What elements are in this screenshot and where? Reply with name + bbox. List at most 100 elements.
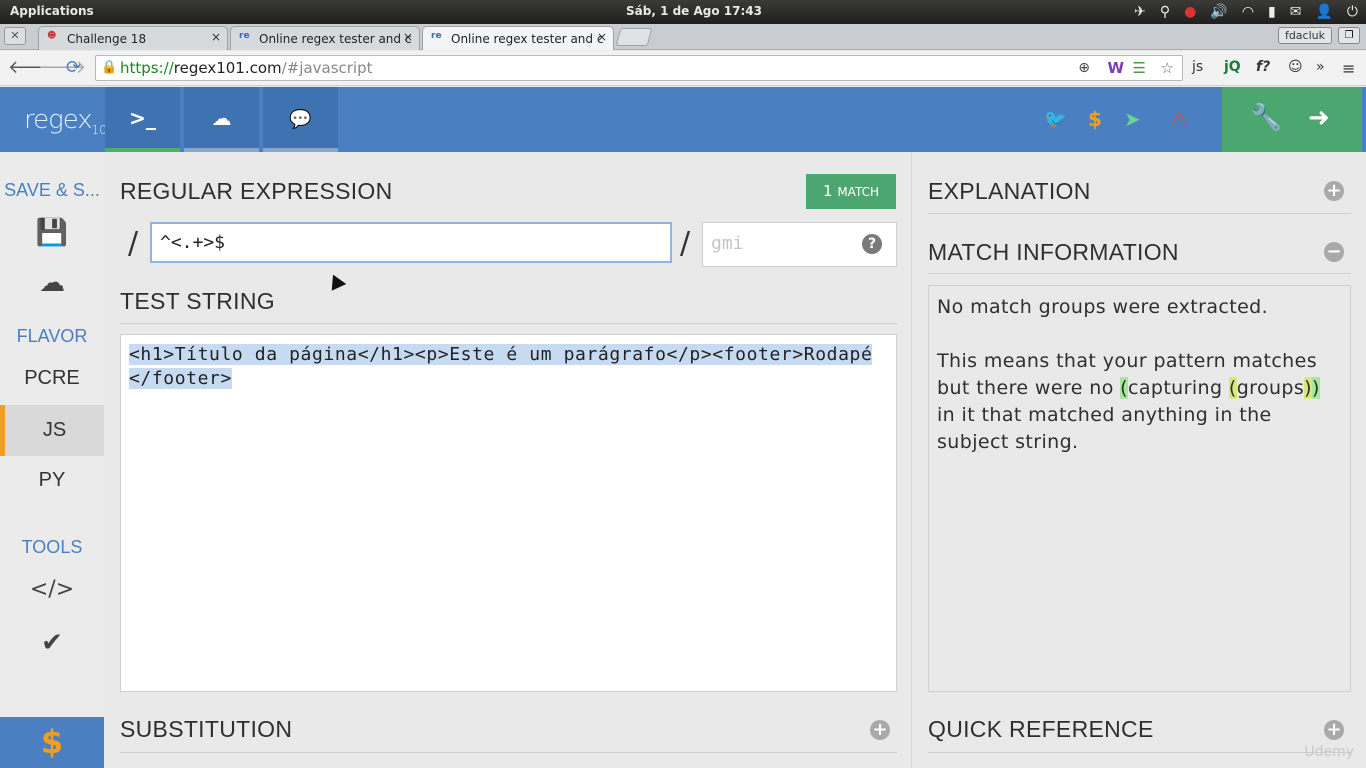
window-restore-icon[interactable]: ❐ [1338, 27, 1360, 44]
test-string-title: TEST STRING [120, 288, 275, 314]
window-close-icon[interactable]: ✕ [4, 27, 26, 45]
matched-text: <h1>Título da página</h1><p>Este é um pa… [129, 344, 873, 389]
menu-icon[interactable]: ≡ [1342, 59, 1355, 78]
tray-app-icon[interactable]: ✈ [1134, 2, 1146, 22]
match-count-badge: 1 MATCH [806, 174, 896, 209]
divider [928, 752, 1351, 753]
applications-menu[interactable]: Applications [10, 4, 94, 18]
match-count: 1 [823, 182, 833, 200]
match-info-paragraph: This means that your pattern matches but… [937, 348, 1342, 456]
info-column: EXPLANATION + MATCH INFORMATION − No mat… [911, 152, 1366, 768]
expand-quick-reference-icon[interactable]: + [1324, 720, 1344, 740]
tab-close-icon[interactable]: × [403, 30, 413, 44]
regex101-logo[interactable]: regex101 [24, 105, 115, 137]
extension-jq-icon[interactable]: jQ [1224, 59, 1241, 75]
bookmark-star-icon[interactable]: ☆ [1161, 56, 1174, 80]
divider [928, 213, 1351, 214]
tab-editor[interactable]: >_ [105, 87, 180, 152]
extension-list-icon[interactable]: ☰ [1133, 56, 1146, 80]
mail-icon[interactable]: ✉ [1290, 2, 1302, 22]
chat-icon: 💬 [289, 109, 312, 130]
match-word: MATCH [837, 185, 879, 199]
donate-button[interactable]: $ [0, 717, 104, 768]
match-info-panel: No match groups were extracted. This mea… [928, 285, 1351, 692]
match-info-title: MATCH INFORMATION [928, 239, 1179, 265]
paren-highlight: ) [1304, 377, 1312, 399]
send-icon[interactable]: ➤ [1124, 107, 1141, 131]
checkmark-icon[interactable]: ✔ [0, 628, 104, 658]
extension-w-icon[interactable]: W [1107, 56, 1124, 80]
quick-reference-title: QUICK REFERENCE [928, 716, 1154, 742]
tab-regex-tester-1[interactable]: re Online regex tester and c × [230, 26, 420, 50]
address-bar[interactable]: 🔒 https://regex101.com/#javascript ⊕ W ☰… [95, 55, 1183, 81]
url-scheme: https:// [120, 59, 174, 77]
url-host: regex101.com [173, 59, 282, 77]
twitter-icon[interactable]: 🐦 [1044, 109, 1066, 130]
expand-explanation-icon[interactable]: + [1324, 181, 1344, 201]
regex101-favicon: re [239, 31, 250, 41]
regex-section-title: REGULAR EXPRESSION [120, 178, 393, 204]
app-header: regex101 >_ ☁ 💬 🐦 $ ➤ ⚠ 🔧 ➜ [0, 87, 1366, 152]
divider [928, 273, 1351, 274]
flavor-heading: FLAVOR [16, 326, 88, 346]
expand-substitution-icon[interactable]: + [870, 720, 890, 740]
tab-challenge-18[interactable]: ☻ Challenge 18 × [38, 26, 228, 50]
text: in it that matched anything in the subje… [937, 404, 1272, 453]
url-path: /#javascript [281, 59, 373, 77]
user-avatar-icon: ☻ [47, 31, 57, 41]
reload-icon[interactable]: ⟳ [66, 57, 81, 78]
tab-close-icon[interactable]: × [597, 30, 607, 44]
save-icon[interactable]: 💾 [0, 218, 104, 248]
text: groups [1236, 377, 1305, 399]
zoom-icon[interactable]: ⊕ [1078, 56, 1090, 80]
code-generator-icon[interactable]: </> [0, 577, 104, 602]
flavor-js[interactable]: JS [0, 405, 104, 456]
cloud-icon: ☁ [211, 106, 232, 130]
tab-label: Challenge 18 [67, 32, 147, 46]
user-icon[interactable]: 👤 [1315, 2, 1332, 22]
wrench-icon[interactable]: 🔧 [1250, 103, 1282, 133]
cloud-upload-icon[interactable]: ☁ [0, 268, 104, 298]
wifi-icon[interactable]: ◠ [1242, 2, 1254, 22]
paren-highlight: ( [1228, 377, 1237, 399]
lock-icon: 🔒 [101, 60, 118, 75]
profile-badge[interactable]: fdacluk [1277, 27, 1332, 44]
tab-chat[interactable]: 💬 [263, 87, 338, 152]
browser-tab-bar: ✕ ☻ Challenge 18 × re Online regex teste… [0, 24, 1366, 50]
battery-icon[interactable]: ▮ [1268, 2, 1276, 22]
sign-in-icon[interactable]: ➜ [1308, 103, 1330, 133]
search-icon[interactable]: ⚲ [1160, 2, 1170, 22]
tab-library[interactable]: ☁ [184, 87, 259, 152]
editor-column: REGULAR EXPRESSION 1 MATCH / ^<.+>$ / gm… [104, 152, 910, 768]
volume-icon[interactable]: 🔊 [1210, 2, 1227, 22]
record-icon[interactable]: ● [1184, 2, 1196, 22]
tab-close-icon[interactable]: × [211, 30, 221, 44]
clock[interactable]: Sáb, 1 de Ago 17:43 [626, 4, 762, 18]
power-icon[interactable]: ⏻ [1347, 2, 1358, 22]
paren-highlight: ( [1120, 377, 1128, 399]
flavor-pcre[interactable]: PCRE [0, 367, 104, 393]
extension-function-icon[interactable]: f? [1256, 59, 1270, 75]
new-tab-button[interactable] [615, 28, 653, 46]
logo-text: regex [24, 105, 93, 135]
divider [120, 323, 897, 324]
header-actions: 🔧 ➜ [1222, 87, 1362, 152]
test-string-input[interactable]: <h1>Título da página</h1><p>Este é um pa… [120, 334, 897, 692]
browser-toolbar: 🡐 🡒 ⟳ 🔒 https://regex101.com/#javascript… [0, 51, 1366, 86]
help-icon[interactable]: ? [862, 234, 882, 254]
system-tray: ✈ ⚲ ● 🔊 ◠ ▮ ✉ 👤 ⏻ [1134, 2, 1358, 22]
terminal-icon: >_ [129, 106, 156, 130]
more-extensions-icon[interactable]: » [1316, 59, 1325, 75]
tab-regex-tester-2[interactable]: re Online regex tester and c × [422, 26, 614, 50]
extension-js-icon[interactable]: js [1192, 59, 1203, 75]
flavor-py[interactable]: PY [0, 469, 104, 495]
regex-input[interactable]: ^<.+>$ [150, 222, 672, 263]
donate-icon[interactable]: $ [1088, 107, 1102, 131]
text: capturing [1127, 377, 1229, 399]
warning-icon[interactable]: ⚠ [1170, 107, 1188, 131]
substitution-title: SUBSTITUTION [120, 716, 293, 742]
collapse-match-info-icon[interactable]: − [1324, 242, 1344, 262]
extension-face-icon[interactable]: ☺ [1288, 59, 1303, 75]
save-share-heading: SAVE & S... [4, 180, 100, 200]
divider [120, 752, 897, 753]
